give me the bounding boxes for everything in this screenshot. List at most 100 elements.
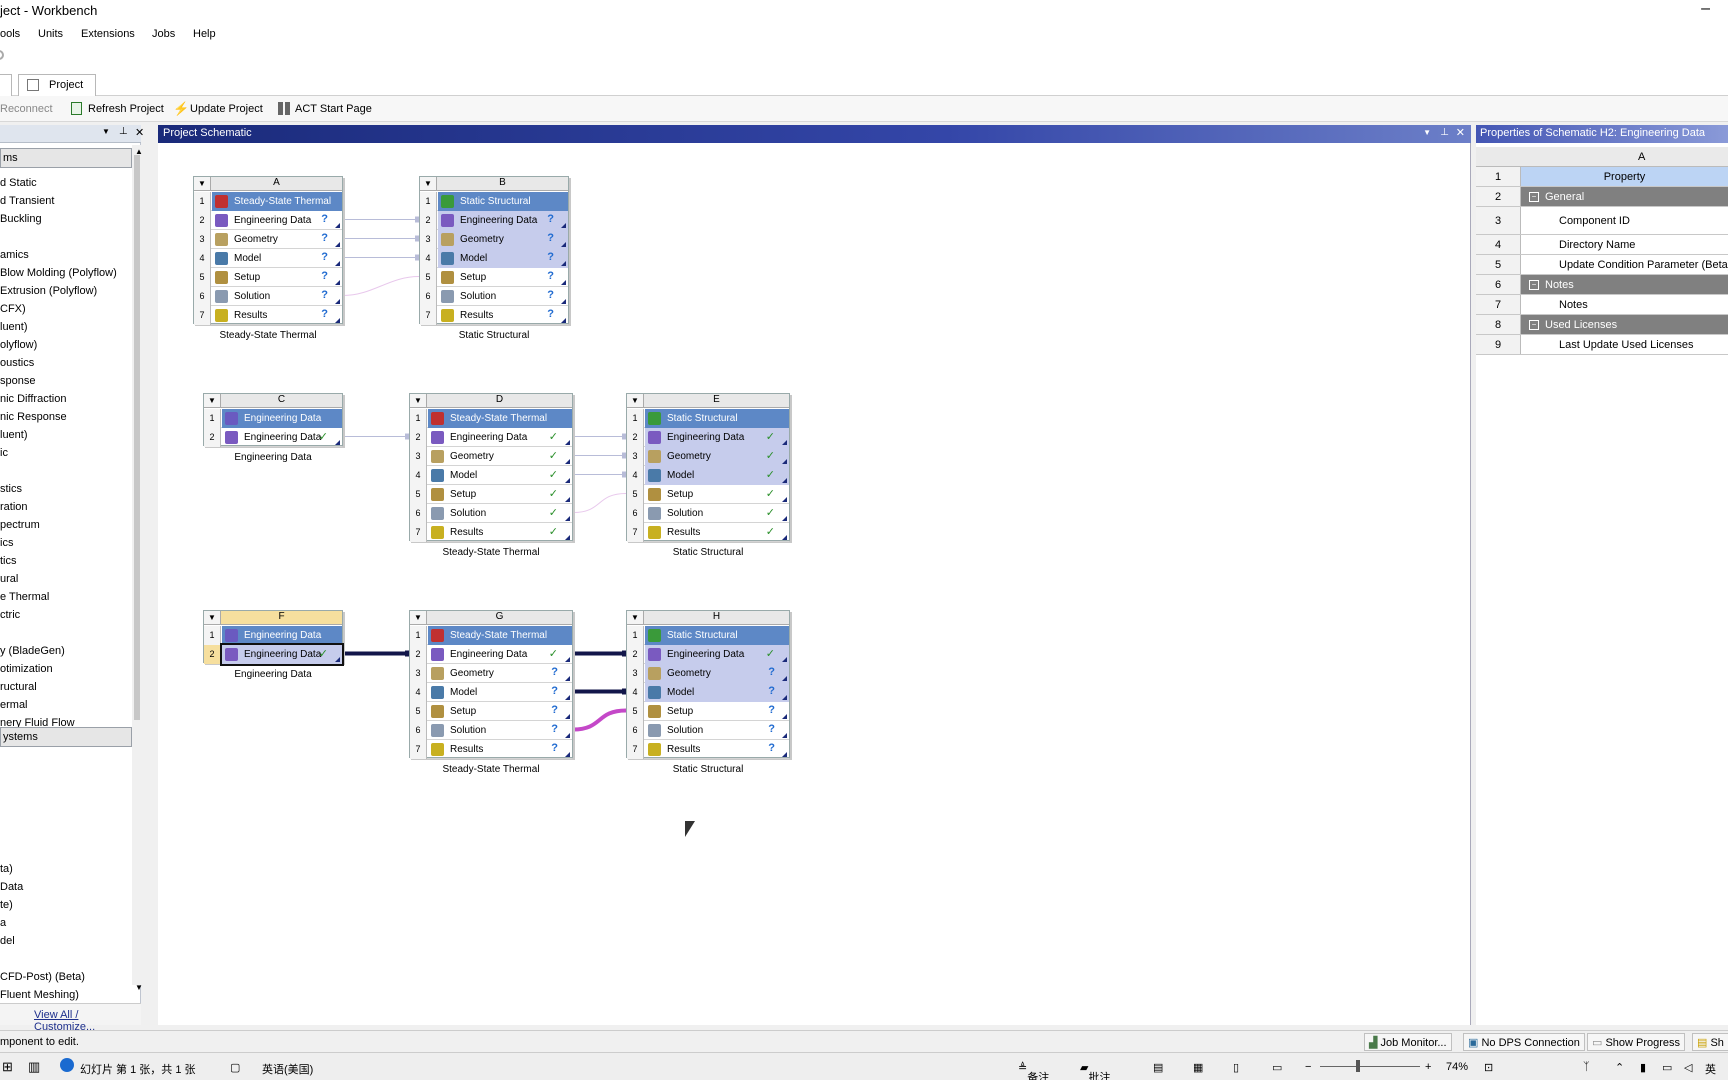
menu-extensions[interactable]: Extensions: [81, 28, 135, 40]
system-d[interactable]: ▼ D 1 Steady-State Thermal 2 Engineering Data…: [409, 393, 573, 542]
collapse-icon[interactable]: −: [1529, 320, 1539, 330]
browser-icon[interactable]: [60, 1058, 74, 1072]
menu-units[interactable]: Units: [38, 28, 63, 40]
cell-results[interactable]: 7 Results?: [194, 306, 342, 325]
cell-model[interactable]: 4 Model?: [627, 683, 789, 702]
toolbox-item[interactable]: sponse: [0, 375, 35, 387]
system-h[interactable]: ▼ H 1 Static Structural 2 Engineering Data ✓ 3 G…: [626, 610, 790, 759]
refresh-project-button[interactable]: Refresh Project: [88, 103, 164, 115]
tab-project[interactable]: Project: [18, 74, 96, 96]
toolbox-item[interactable]: nic Diffraction: [0, 393, 66, 405]
cell-results[interactable]: 7 Results?: [410, 740, 572, 759]
cell-results[interactable]: 7 Results?: [420, 306, 568, 325]
system-menu-icon[interactable]: ▼: [410, 394, 427, 408]
toolbox-item[interactable]: ermal: [0, 699, 28, 711]
property-row[interactable]: 5 Update Condition Parameter (Beta): [1476, 255, 1728, 275]
cell-engineering-data[interactable]: 2 Engineering Data?: [420, 211, 568, 230]
cell-geometry[interactable]: 3 Geometry ✓: [410, 447, 572, 466]
system-e[interactable]: ▼ E 1 Static Structural 2 Engineering Data ✓ 3 G…: [626, 393, 790, 542]
toolbox-item[interactable]: d Transient: [0, 195, 54, 207]
toolbox-close-icon[interactable]: ✕: [135, 126, 144, 139]
zoom-slider-thumb[interactable]: [1356, 1060, 1360, 1072]
cell-model[interactable]: 4 Model ✓: [627, 466, 789, 485]
toolbox-item[interactable]: Extrusion (Polyflow): [0, 285, 97, 297]
microphone-icon[interactable]: ▮: [1640, 1061, 1646, 1074]
cell-setup[interactable]: 5 Setup ✓: [627, 485, 789, 504]
toolbox-item[interactable]: ctric: [0, 609, 20, 621]
minimize-button[interactable]: –: [1701, 0, 1710, 18]
collapse-icon[interactable]: −: [1529, 192, 1539, 202]
toolbox-item[interactable]: a: [0, 917, 6, 929]
toolbox-item[interactable]: nic Response: [0, 411, 67, 423]
cell-setup[interactable]: 5 Setup?: [420, 268, 568, 287]
toolbox-item[interactable]: tics: [0, 555, 17, 567]
notes-button[interactable]: ≜ 备注: [1018, 1061, 1049, 1080]
cell-model[interactable]: 4 Model ✓: [410, 466, 572, 485]
toolbox-item[interactable]: CFX): [0, 303, 26, 315]
slide-sorter-icon[interactable]: ▦: [1193, 1061, 1203, 1074]
toolbox-item[interactable]: ural: [0, 573, 18, 585]
toolbox-item[interactable]: ic: [0, 447, 8, 459]
system-menu-icon[interactable]: ▼: [194, 177, 211, 191]
reading-view-icon[interactable]: ▯: [1233, 1061, 1239, 1074]
system-c[interactable]: ▼ C 1 Engineering Data 2 Engineering Data ✓: [203, 393, 343, 447]
property-row[interactable]: 2− General: [1476, 187, 1728, 207]
cell-engineering-data[interactable]: 2 Engineering Data ✓: [204, 428, 342, 447]
system-title-row[interactable]: 1 Steady-State Thermal: [194, 192, 342, 211]
show-messages-button[interactable]: ▤ Sh: [1692, 1033, 1728, 1051]
chevron-up-icon[interactable]: ⌃: [1615, 1061, 1624, 1074]
system-title-row[interactable]: 1 Static Structural: [627, 409, 789, 428]
reconnect-button[interactable]: Reconnect: [0, 103, 53, 115]
cell-engineering-data[interactable]: 2 Engineering Data ✓: [410, 645, 572, 664]
toolbox-item[interactable]: oustics: [0, 357, 34, 369]
cell-setup[interactable]: 5 Setup ✓: [410, 485, 572, 504]
cell-engineering-data[interactable]: 2 Engineering Data ✓: [410, 428, 572, 447]
volume-icon[interactable]: ◁: [1684, 1061, 1692, 1074]
system-a[interactable]: ▼ A 1 Steady-State Thermal 2 Engineering Data…: [193, 176, 343, 325]
cell-solution[interactable]: 6 Solution?: [410, 721, 572, 740]
system-menu-icon[interactable]: ▼: [627, 394, 644, 408]
cell-solution[interactable]: 6 Solution ✓: [410, 504, 572, 523]
property-row[interactable]: 9 Last Update Used Licenses: [1476, 335, 1728, 355]
menu-jobs[interactable]: Jobs: [152, 28, 175, 40]
cell-engineering-data[interactable]: 2 Engineering Data ✓: [627, 645, 789, 664]
scroll-down-icon[interactable]: ▼: [135, 983, 143, 992]
cell-engineering-data[interactable]: 2 Engineering Data?: [194, 211, 342, 230]
cell-model[interactable]: 4 Model?: [194, 249, 342, 268]
system-title-row[interactable]: 1 Engineering Data: [204, 626, 342, 645]
toolbox-group-custom-systems[interactable]: ystems: [0, 727, 132, 747]
zoom-out-icon[interactable]: −: [1305, 1061, 1311, 1073]
cell-results[interactable]: 7 Results ✓: [410, 523, 572, 542]
system-title-row[interactable]: 1 Steady-State Thermal: [410, 626, 572, 645]
toolbox-item[interactable]: y (BladeGen): [0, 645, 65, 657]
cell-geometry[interactable]: 3 Geometry?: [627, 664, 789, 683]
cell-geometry[interactable]: 3 Geometry ✓: [627, 447, 789, 466]
property-row[interactable]: 4 Directory Name: [1476, 235, 1728, 255]
system-title-row[interactable]: 1 Static Structural: [627, 626, 789, 645]
system-menu-icon[interactable]: ▼: [627, 611, 644, 625]
toolbox-item[interactable]: Data: [0, 881, 23, 893]
system-f[interactable]: ▼ F 1 Engineering Data 2 Engineering Data ✓: [203, 610, 344, 666]
cell-model[interactable]: 4 Model?: [410, 683, 572, 702]
system-menu-icon[interactable]: ▼: [420, 177, 437, 191]
cell-setup[interactable]: 5 Setup?: [627, 702, 789, 721]
toolbox-item[interactable]: ructural: [0, 681, 37, 693]
property-row[interactable]: 7 Notes: [1476, 295, 1728, 315]
cell-results[interactable]: 7 Results ✓: [627, 523, 789, 542]
toolbox-pin-icon[interactable]: ⊥: [119, 126, 128, 137]
system-menu-icon[interactable]: ▼: [204, 394, 221, 408]
cell-setup[interactable]: 5 Setup?: [410, 702, 572, 721]
toolbox-item[interactable]: Buckling: [0, 213, 42, 225]
tab-previous[interactable]: [0, 74, 12, 96]
spellcheck-icon[interactable]: ▢: [230, 1061, 240, 1074]
menu-tools[interactable]: ools: [0, 28, 20, 40]
toolbox-item[interactable]: ta): [0, 863, 13, 875]
cell-engineering-data[interactable]: 2 Engineering Data ✓: [204, 643, 344, 666]
toolbox-item[interactable]: CFD-Post) (Beta): [0, 971, 85, 983]
cell-solution[interactable]: 6 Solution ✓: [627, 504, 789, 523]
cell-geometry[interactable]: 3 Geometry?: [194, 230, 342, 249]
zoom-in-icon[interactable]: +: [1425, 1061, 1431, 1073]
toolbox-item[interactable]: del: [0, 935, 15, 947]
toolbox-item[interactable]: pectrum: [0, 519, 40, 531]
show-progress-button[interactable]: ▭ Show Progress: [1587, 1033, 1686, 1051]
